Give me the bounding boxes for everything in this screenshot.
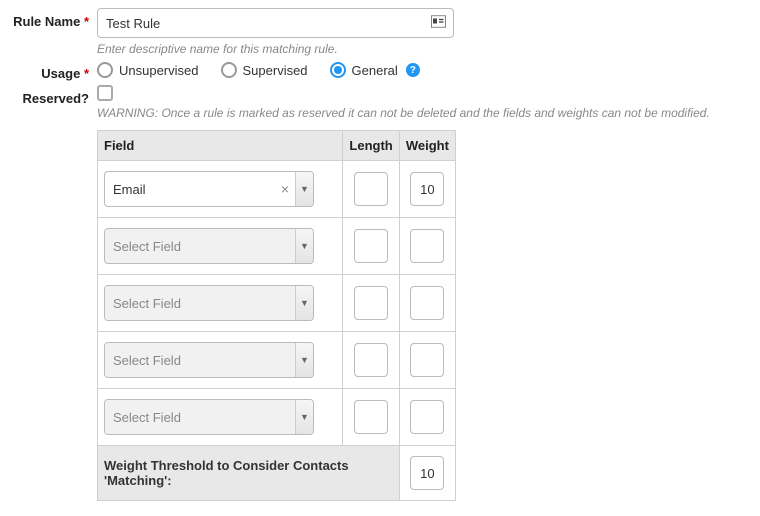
col-field: Field	[98, 131, 343, 161]
length-input[interactable]	[354, 343, 388, 377]
length-input[interactable]	[354, 286, 388, 320]
threshold-label: Weight Threshold to Consider Contacts 'M…	[98, 446, 400, 501]
field-select-value: Email ×	[105, 172, 295, 206]
field-select-text: Select Field	[113, 239, 181, 254]
radio-icon	[330, 62, 346, 78]
field-select-text: Select Field	[113, 353, 181, 368]
radio-general[interactable]: General ?	[330, 62, 420, 78]
id-card-icon	[431, 16, 446, 31]
field-select[interactable]: Select Field ▼	[104, 342, 314, 378]
weight-input[interactable]	[410, 400, 444, 434]
field-select-value: Select Field	[105, 400, 295, 434]
label-rule-name-text: Rule Name	[13, 14, 80, 29]
chevron-down-icon[interactable]: ▼	[295, 400, 313, 434]
rule-name-content: Enter descriptive name for this matching…	[97, 8, 748, 56]
weight-input[interactable]	[410, 286, 444, 320]
reserved-warning: WARNING: Once a rule is marked as reserv…	[97, 106, 748, 120]
field-select[interactable]: Select Field ▼	[104, 399, 314, 435]
field-select-value: Select Field	[105, 343, 295, 377]
threshold-row: Weight Threshold to Consider Contacts 'M…	[98, 446, 456, 501]
reserved-checkbox[interactable]	[97, 85, 113, 101]
field-select-text: Select Field	[113, 410, 181, 425]
row-rule-name: Rule Name * Enter descriptive name for t…	[12, 8, 748, 56]
rule-name-input[interactable]	[97, 8, 454, 38]
col-length: Length	[343, 131, 399, 161]
radio-label: General	[352, 63, 398, 78]
help-icon[interactable]: ?	[406, 63, 420, 77]
rule-name-input-wrap	[97, 8, 454, 38]
label-rule-name: Rule Name *	[12, 8, 97, 29]
weight-input[interactable]	[410, 229, 444, 263]
table-row: Select Field ▼	[98, 332, 456, 389]
table-row: Select Field ▼	[98, 275, 456, 332]
field-select-text: Select Field	[113, 296, 181, 311]
fields-tbody: Email × ▼ Select Field ▼	[98, 161, 456, 501]
field-select-value: Select Field	[105, 229, 295, 263]
table-row: Select Field ▼	[98, 218, 456, 275]
field-select-text: Email	[113, 182, 146, 197]
required-mark: *	[84, 14, 89, 29]
label-usage-text: Usage	[41, 66, 80, 81]
table-row: Select Field ▼	[98, 389, 456, 446]
weight-input[interactable]	[410, 172, 444, 206]
fields-table: Field Length Weight Email × ▼	[97, 130, 456, 501]
radio-icon	[97, 62, 113, 78]
field-select[interactable]: Email × ▼	[104, 171, 314, 207]
row-reserved: Reserved? WARNING: Once a rule is marked…	[12, 85, 748, 120]
table-row: Email × ▼	[98, 161, 456, 218]
radio-label: Supervised	[243, 63, 308, 78]
row-usage: Usage * Unsupervised Supervised General …	[12, 60, 748, 81]
chevron-down-icon[interactable]: ▼	[295, 172, 313, 206]
field-select[interactable]: Select Field ▼	[104, 228, 314, 264]
field-select-value: Select Field	[105, 286, 295, 320]
length-input[interactable]	[354, 229, 388, 263]
reserved-content: WARNING: Once a rule is marked as reserv…	[97, 85, 748, 120]
radio-unsupervised[interactable]: Unsupervised	[97, 62, 199, 78]
radio-supervised[interactable]: Supervised	[221, 62, 308, 78]
field-select[interactable]: Select Field ▼	[104, 285, 314, 321]
radio-label: Unsupervised	[119, 63, 199, 78]
threshold-input[interactable]	[410, 456, 444, 490]
chevron-down-icon[interactable]: ▼	[295, 286, 313, 320]
required-mark: *	[84, 66, 89, 81]
radio-icon	[221, 62, 237, 78]
label-usage: Usage *	[12, 60, 97, 81]
chevron-down-icon[interactable]: ▼	[295, 343, 313, 377]
clear-icon[interactable]: ×	[281, 181, 289, 197]
col-weight: Weight	[399, 131, 455, 161]
usage-radio-group: Unsupervised Supervised General ?	[97, 60, 748, 78]
length-input[interactable]	[354, 172, 388, 206]
rule-name-helper: Enter descriptive name for this matching…	[97, 42, 748, 56]
chevron-down-icon[interactable]: ▼	[295, 229, 313, 263]
usage-content: Unsupervised Supervised General ?	[97, 60, 748, 78]
length-input[interactable]	[354, 400, 388, 434]
label-reserved: Reserved?	[12, 85, 97, 106]
weight-input[interactable]	[410, 343, 444, 377]
